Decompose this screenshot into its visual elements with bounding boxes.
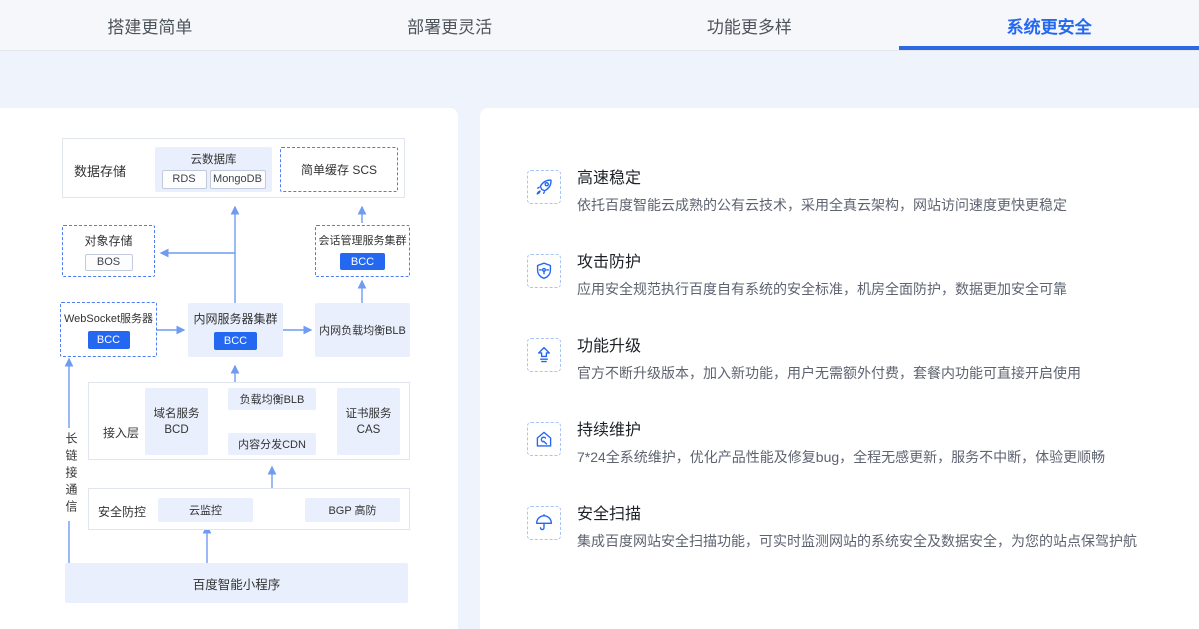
- feature-item: 攻击防护 应用安全规范执行百度自有系统的安全标准，机房全面防护，数据更加安全可靠: [527, 252, 1169, 299]
- upgrade-arrow-icon: [527, 338, 561, 372]
- umbrella-icon: [527, 506, 561, 540]
- tab-more-features[interactable]: 功能更多样: [600, 0, 900, 50]
- feature-item: 持续维护 7*24全系统维护，优化产品性能及修复bug，全程无感更新，服务不中断…: [527, 420, 1169, 467]
- architecture-panel: 数据存储 云数据库 RDS MongoDB 简单缓存 SCS 对象存储 BOS …: [0, 108, 458, 629]
- tab-label: 系统更安全: [1007, 13, 1092, 38]
- bos-chip: BOS: [85, 254, 133, 271]
- session-cluster-box: 会话管理服务集群 BCC: [315, 225, 410, 277]
- cloud-db-box: 云数据库 RDS MongoDB: [155, 147, 272, 192]
- cloud-monitor-box: 云监控: [158, 498, 253, 522]
- feature-text: 攻击防护 应用安全规范执行百度自有系统的安全标准，机房全面防护，数据更加安全可靠: [577, 252, 1067, 299]
- feature-text: 功能升级 官方不断升级版本，加入新功能，用户无需额外付费，套餐内功能可直接开启使…: [577, 336, 1081, 383]
- feature-desc: 集成百度网站安全扫描功能，可实时监测网站的系统安全及数据安全，为您的站点保驾护航: [577, 532, 1137, 551]
- feature-item: 高速稳定 依托百度智能云成熟的公有云技术，采用全真云架构，网站访问速度更快更稳定: [527, 168, 1169, 215]
- bgp-box: BGP 高防: [305, 498, 400, 522]
- intranet-cluster-label: 内网服务器集群: [193, 310, 277, 327]
- tab-label: 搭建更简单: [107, 13, 192, 38]
- tab-bar: 搭建更简单 部署更灵活 功能更多样 系统更安全: [0, 0, 1199, 51]
- tab-label: 功能更多样: [707, 13, 792, 38]
- intranet-cluster-box: 内网服务器集群 BCC: [188, 303, 283, 357]
- object-storage-label: 对象存储: [84, 232, 132, 249]
- feature-desc: 7*24全系统维护，优化产品性能及修复bug，全程无感更新，服务不中断，体验更顺…: [577, 448, 1105, 467]
- scs-box: 简单缓存 SCS: [280, 147, 398, 192]
- feature-desc: 官方不断升级版本，加入新功能，用户无需额外付费，套餐内功能可直接开启使用: [577, 364, 1081, 383]
- feature-title: 高速稳定: [577, 168, 1067, 189]
- websocket-bcc-chip: BCC: [88, 331, 130, 349]
- websocket-label: WebSocket服务器: [64, 310, 153, 326]
- cloud-db-chips: RDS MongoDB: [162, 170, 266, 189]
- access-layer-label: 接入层: [103, 424, 139, 441]
- features-panel: 高速稳定 依托百度智能云成熟的公有云技术，采用全真云架构，网站访问速度更快更稳定…: [480, 108, 1199, 629]
- feature-item: 功能升级 官方不断升级版本，加入新功能，用户无需额外付费，套餐内功能可直接开启使…: [527, 336, 1169, 383]
- cluster-bcc-chip: BCC: [214, 332, 257, 350]
- feature-title: 持续维护: [577, 420, 1105, 441]
- feature-desc: 依托百度智能云成熟的公有云技术，采用全真云架构，网站访问速度更快更稳定: [577, 196, 1067, 215]
- mongodb-chip: MongoDB: [210, 170, 266, 189]
- longlink-label: 长链接通信: [62, 428, 81, 521]
- wrench-home-icon: [527, 422, 561, 456]
- shield-scan-icon: [527, 254, 561, 288]
- cas-box: 证书服务 CAS: [337, 388, 400, 455]
- feature-text: 持续维护 7*24全系统维护，优化产品性能及修复bug，全程无感更新，服务不中断…: [577, 420, 1105, 467]
- feature-title: 功能升级: [577, 336, 1081, 357]
- bcd-label-line1: 域名服务: [154, 406, 200, 422]
- miniapp-box: 百度智能小程序: [65, 563, 408, 603]
- tab-build-simpler[interactable]: 搭建更简单: [0, 0, 300, 50]
- rds-chip: RDS: [162, 170, 207, 189]
- bcd-box: 域名服务 BCD: [145, 388, 208, 455]
- cloud-db-label: 云数据库: [191, 151, 237, 167]
- feature-desc: 应用安全规范执行百度自有系统的安全标准，机房全面防护，数据更加安全可靠: [577, 280, 1067, 299]
- architecture-diagram: 数据存储 云数据库 RDS MongoDB 简单缓存 SCS 对象存储 BOS …: [0, 108, 458, 629]
- cas-label-line2: CAS: [357, 422, 381, 438]
- session-bcc-chip: BCC: [340, 253, 385, 270]
- feature-text: 高速稳定 依托百度智能云成熟的公有云技术，采用全真云架构，网站访问速度更快更稳定: [577, 168, 1067, 215]
- object-storage-box: 对象存储 BOS: [62, 225, 155, 277]
- tab-label: 部署更灵活: [407, 13, 492, 38]
- page: 搭建更简单 部署更灵活 功能更多样 系统更安全: [0, 0, 1199, 629]
- session-cluster-label: 会话管理服务集群: [319, 232, 407, 248]
- data-storage-label: 数据存储: [74, 161, 126, 180]
- blb-box: 负载均衡BLB: [228, 388, 316, 410]
- feature-item: 安全扫描 集成百度网站安全扫描功能，可实时监测网站的系统安全及数据安全，为您的站…: [527, 504, 1169, 551]
- feature-title: 攻击防护: [577, 252, 1067, 273]
- feature-title: 安全扫描: [577, 504, 1137, 525]
- cas-label-line1: 证书服务: [346, 406, 392, 422]
- tab-more-secure[interactable]: 系统更安全: [899, 0, 1199, 50]
- cdn-box: 内容分发CDN: [228, 433, 316, 455]
- bcd-label-line2: BCD: [164, 422, 188, 438]
- security-label: 安全防控: [98, 503, 146, 520]
- intranet-blb-box: 内网负载均衡BLB: [315, 303, 410, 357]
- tab-deploy-flexible[interactable]: 部署更灵活: [300, 0, 600, 50]
- feature-text: 安全扫描 集成百度网站安全扫描功能，可实时监测网站的系统安全及数据安全，为您的站…: [577, 504, 1137, 551]
- websocket-box: WebSocket服务器 BCC: [60, 302, 157, 357]
- rocket-icon: [527, 170, 561, 204]
